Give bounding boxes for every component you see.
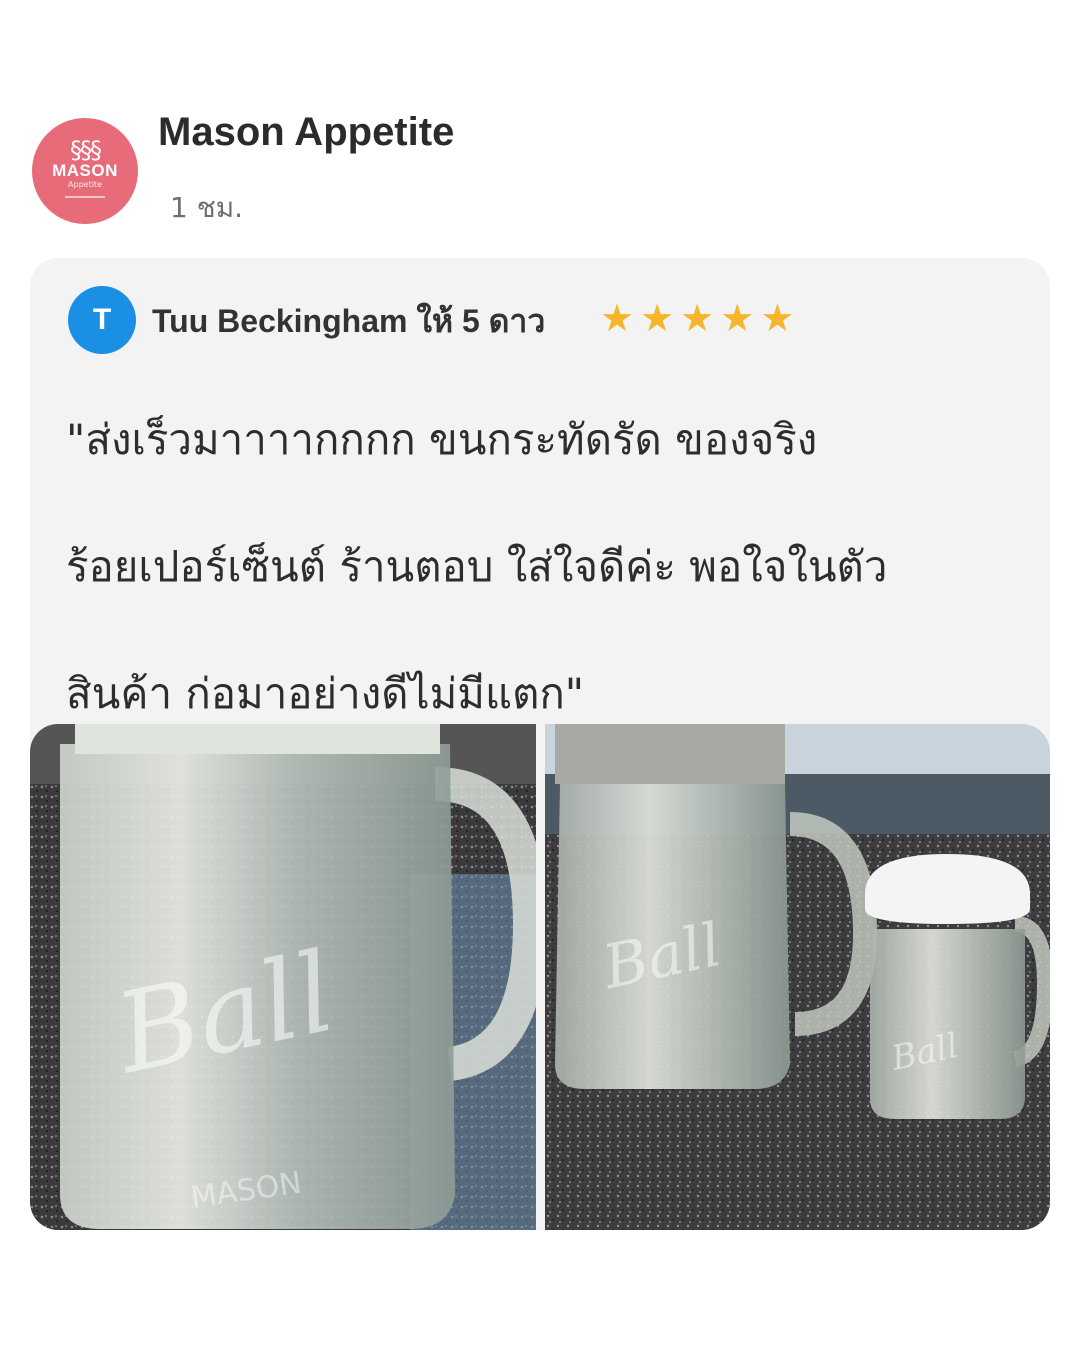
logo-divider (65, 196, 105, 198)
post-timestamp: 1 ชม. (170, 191, 244, 224)
star-icon: ★ (720, 296, 755, 340)
shop-logo-avatar[interactable]: §§§ MASON Appetite (32, 118, 138, 224)
star-icon: ★ (760, 296, 795, 340)
star-rating: ★ ★ ★ ★ ★ (600, 298, 794, 338)
shop-name[interactable]: Mason Appetite (158, 110, 454, 155)
review-card: T Tuu Beckingham ให้ 5 ดาว ★ ★ ★ ★ ★ "ส่… (30, 258, 1050, 1230)
logo-subword: Appetite (68, 180, 102, 189)
review-text-line: "ส่งเร็วมาาาากกกก ขนกระทัดรัด ของจริง (66, 415, 818, 464)
review-post: §§§ MASON Appetite Mason Appetite 1 ชม. … (0, 0, 1080, 1350)
review-text: "ส่งเร็วมาาาากกกก ขนกระทัดรัด ของจริง ร้… (66, 376, 1026, 757)
star-icon: ★ (640, 296, 675, 340)
star-icon: ★ (600, 296, 635, 340)
reviewer-avatar[interactable]: T (68, 286, 136, 354)
logo-word: MASON (52, 161, 118, 180)
steam-icon: §§§ (70, 136, 102, 164)
review-photo-mug-closeup[interactable]: Ball MASON (30, 724, 536, 1230)
review-photo-mug-and-jar[interactable]: Ball Ball (545, 724, 1050, 1230)
reviewer-rating-line: Tuu Beckingham ให้ 5 ดาว (152, 303, 546, 339)
review-text-line: ร้อยเปอร์เซ็นต์ ร้านตอบ ใส่ใจดีค่ะ พอใจใ… (66, 542, 888, 591)
star-icon: ★ (680, 296, 715, 340)
